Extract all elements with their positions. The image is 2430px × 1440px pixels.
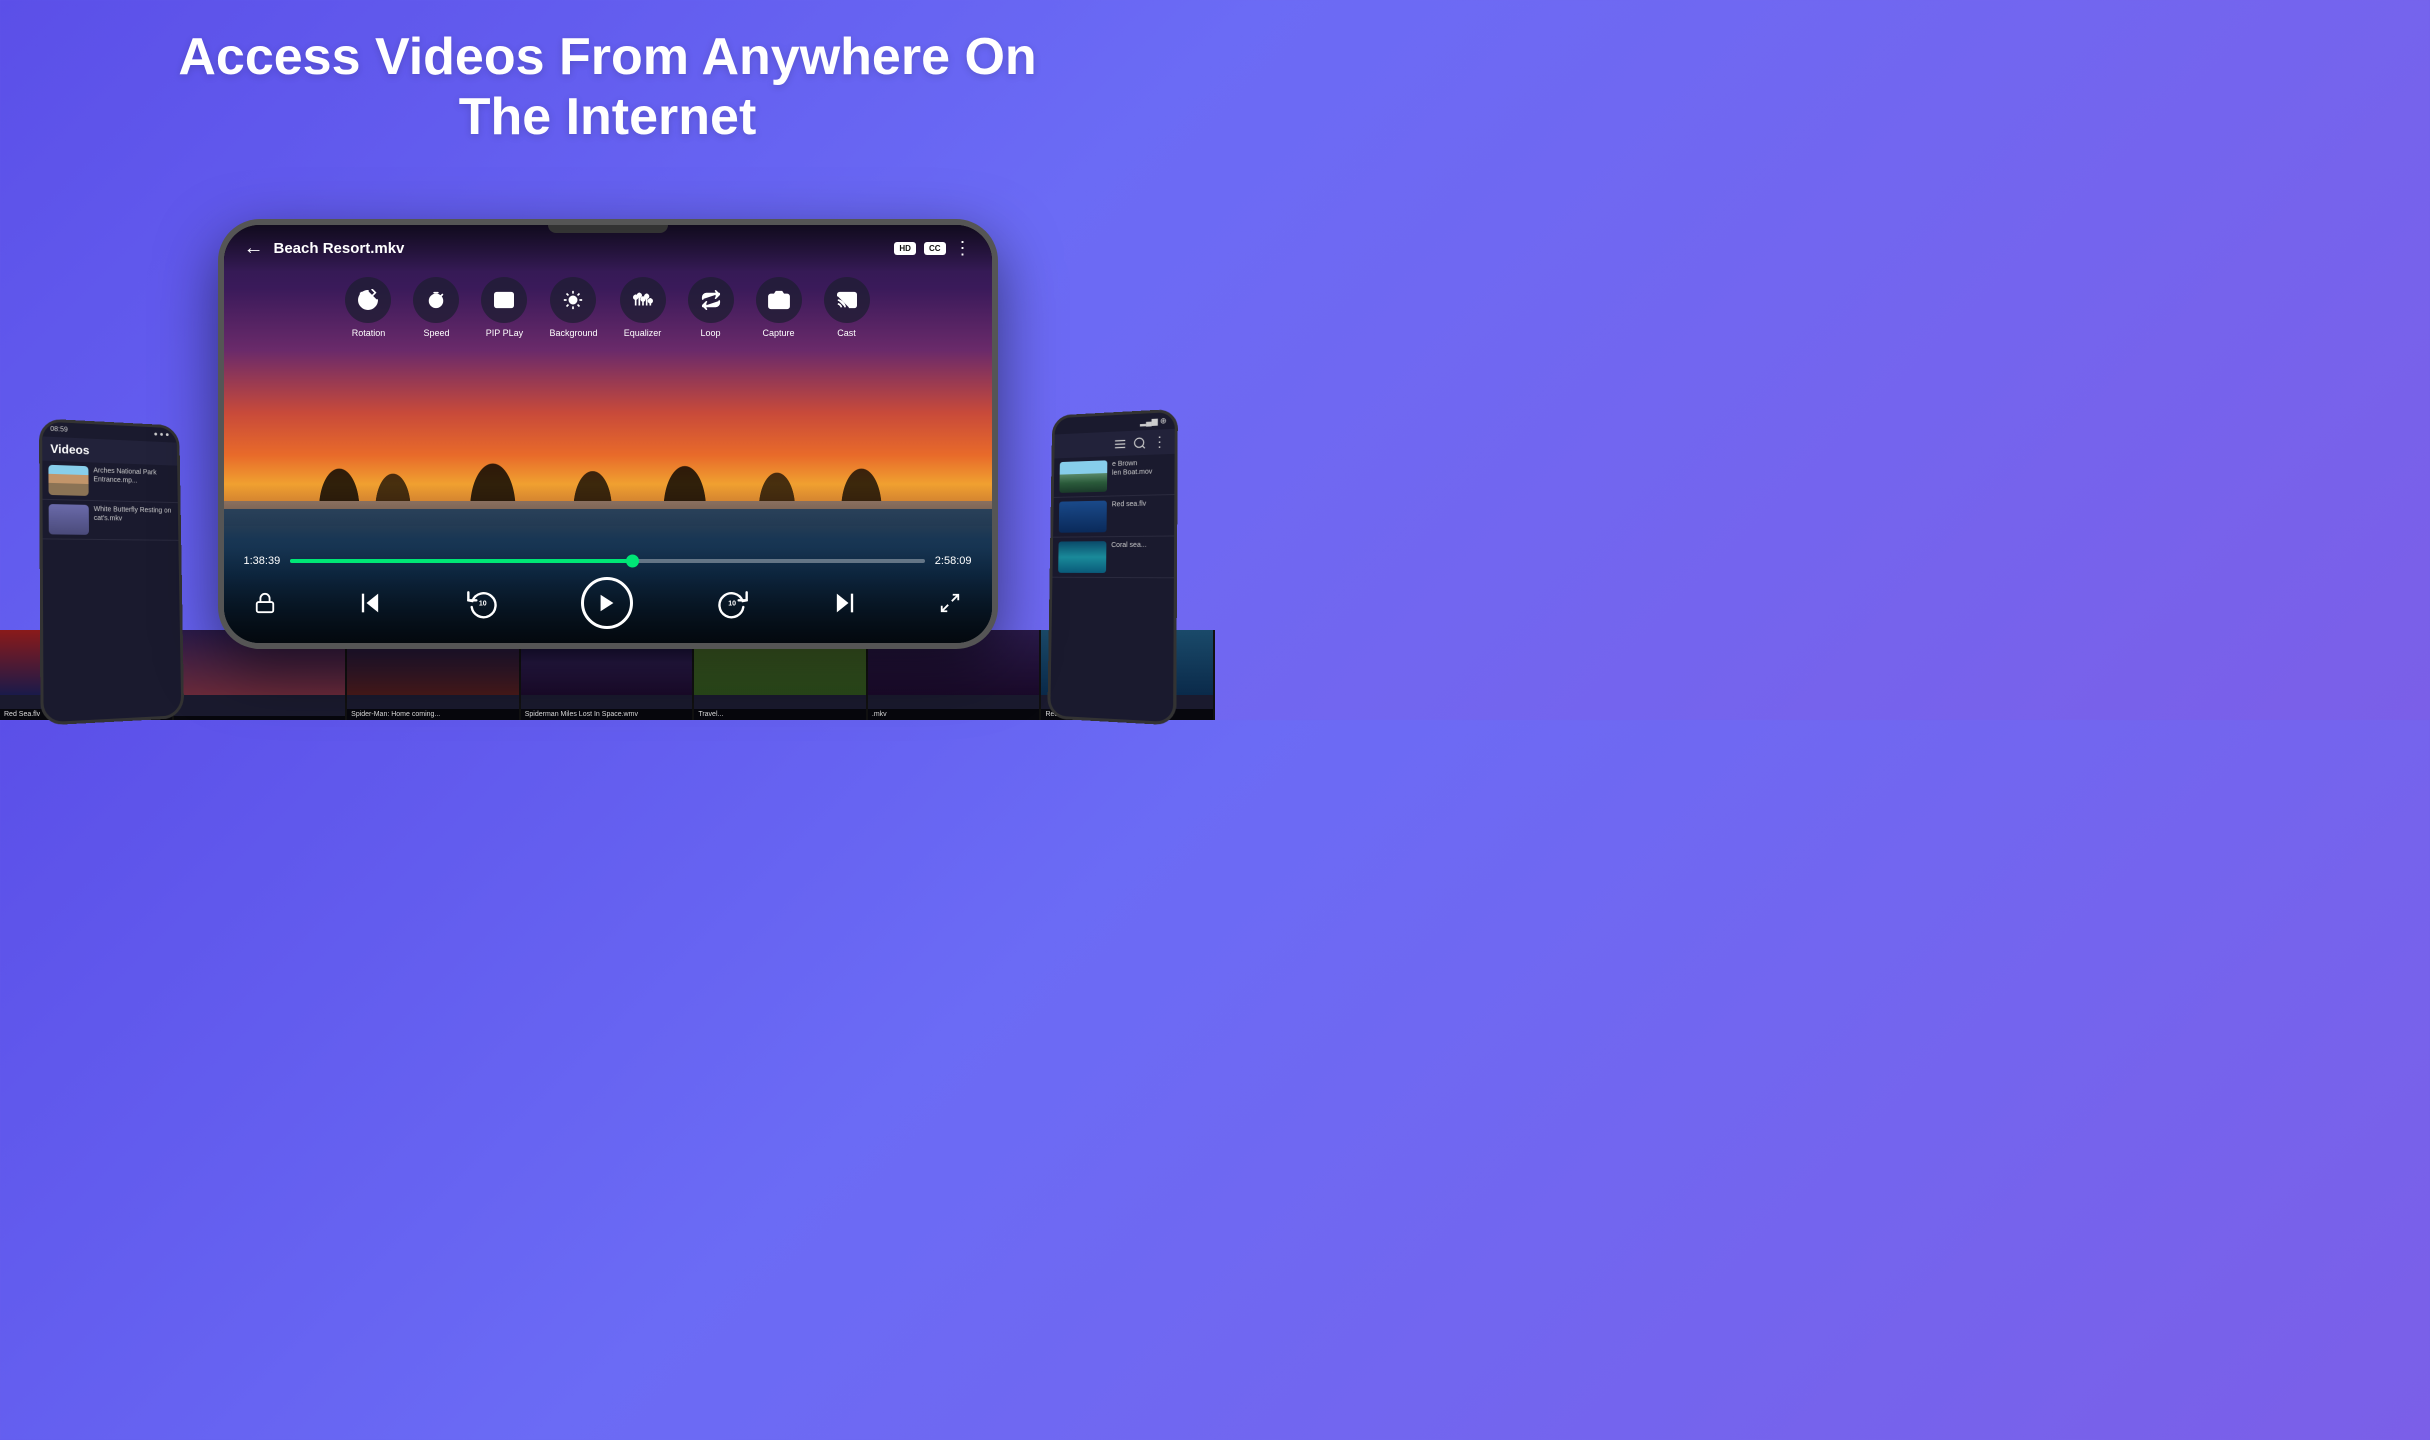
- progress-dot: [626, 554, 639, 567]
- ctrl-capture[interactable]: Capture: [756, 277, 802, 338]
- video-title-arches: Arches National Park Entrance.mp...: [93, 466, 172, 486]
- equalizer-icon-circle: [620, 277, 666, 323]
- progress-fill: [290, 559, 639, 563]
- film-label: Spider-Man: Home coming...: [347, 709, 519, 720]
- list-item[interactable]: Coral sea...: [1052, 536, 1174, 578]
- film-label: .mkv: [868, 709, 1040, 720]
- phones-container: 08:59 ● ● ● Videos Arches National Park …: [0, 148, 1215, 720]
- ctrl-equalizer[interactable]: Equalizer: [620, 277, 666, 338]
- cast-label: Cast: [837, 328, 856, 338]
- film-label: [174, 716, 346, 720]
- thumb-coral: [1058, 541, 1106, 573]
- ctrl-rotation[interactable]: Rotation: [345, 277, 391, 338]
- palm-silhouettes: [224, 321, 992, 509]
- player-bottom: 1:38:39 2:58:09: [224, 547, 992, 643]
- overflow-menu-button[interactable]: ⋮: [954, 238, 972, 259]
- equalizer-label: Equalizer: [624, 328, 662, 338]
- play-button[interactable]: [581, 577, 633, 629]
- speed-icon-circle: [413, 277, 459, 323]
- player-topbar: ← Beach Resort.mkv HD CC ⋮: [224, 225, 992, 272]
- phone-left: 08:59 ● ● ● Videos Arches National Park …: [39, 418, 184, 725]
- right-signal: ▂▄▆ ⊕: [1140, 416, 1167, 426]
- topbar-right: HD CC ⋮: [894, 238, 971, 259]
- left-title: Videos: [50, 442, 89, 458]
- list-item[interactable]: Arches National Park Entrance.mp...: [42, 461, 177, 504]
- left-time: 08:59: [50, 426, 68, 434]
- thumb-redsea: [1059, 501, 1107, 533]
- time-total: 2:58:09: [935, 555, 972, 567]
- capture-label: Capture: [763, 328, 795, 338]
- rewind-button[interactable]: 10: [465, 585, 501, 621]
- left-icons: ● ● ●: [154, 431, 170, 438]
- progress-row: 1:38:39 2:58:09: [244, 555, 972, 567]
- capture-icon-circle: [756, 277, 802, 323]
- list-item[interactable]: White Butterfly Resting on cat's.mkv: [42, 500, 178, 541]
- thumb-butterfly: [49, 504, 89, 535]
- topbar-left: ← Beach Resort.mkv: [244, 237, 405, 260]
- headline-line1: Access Videos From Anywhere On: [178, 28, 1036, 86]
- lock-button[interactable]: [254, 592, 276, 614]
- thumb-brown-boat: [1059, 460, 1107, 493]
- time-current: 1:38:39: [244, 555, 281, 567]
- background-icon-circle: [550, 277, 596, 323]
- pip-label: PIP PLay: [486, 328, 523, 338]
- next-button[interactable]: [831, 589, 859, 617]
- video-player[interactable]: ← Beach Resort.mkv HD CC ⋮: [224, 225, 992, 643]
- hd-badge: HD: [894, 242, 916, 255]
- phone-right: ▂▄▆ ⊕ ⋮ e Brownlen Boat.mov Red sea.flv: [1047, 409, 1178, 726]
- fullscreen-button[interactable]: [939, 592, 961, 614]
- list-item[interactable]: Red sea.flv: [1053, 495, 1174, 538]
- headline-line2: The Internet: [459, 88, 757, 146]
- right-more-icon[interactable]: ⋮: [1153, 433, 1167, 450]
- speed-label: Speed: [423, 328, 449, 338]
- right-video-list: e Brownlen Boat.mov Red sea.flv Coral se…: [1052, 454, 1174, 578]
- right-video-title-2: Red sea.flv: [1112, 500, 1147, 510]
- headline-section: Access Videos From Anywhere On The Inter…: [178, 28, 1036, 148]
- pip-icon-circle: [481, 277, 527, 323]
- loop-label: Loop: [701, 328, 721, 338]
- progress-bar[interactable]: [290, 559, 925, 563]
- cc-badge: CC: [924, 242, 946, 255]
- forward-button[interactable]: 10: [714, 585, 750, 621]
- ctrl-loop[interactable]: Loop: [688, 277, 734, 338]
- prev-button[interactable]: [356, 589, 384, 617]
- playback-controls: 10 10: [244, 577, 972, 629]
- film-label: Spiderman Miles Lost In Space.wmv: [521, 709, 693, 720]
- ctrl-cast[interactable]: Cast: [824, 277, 870, 338]
- list-item[interactable]: e Brownlen Boat.mov: [1054, 454, 1175, 498]
- right-menu-icon: [1113, 436, 1127, 450]
- ctrl-pip[interactable]: PIP PLay: [481, 277, 527, 338]
- film-label: Travel...: [694, 709, 866, 720]
- phone-main: ← Beach Resort.mkv HD CC ⋮: [218, 219, 998, 649]
- ctrl-speed[interactable]: Speed: [413, 277, 459, 338]
- back-button[interactable]: ←: [244, 237, 264, 260]
- cast-icon-circle: [824, 277, 870, 323]
- video-title-butterfly: White Butterfly Resting on cat's.mkv: [94, 505, 173, 524]
- thumb-arches: [48, 465, 88, 496]
- right-video-title-3: Coral sea...: [1111, 541, 1146, 550]
- right-video-title-1: e Brownlen Boat.mov: [1112, 459, 1152, 478]
- rotation-icon-circle: [345, 277, 391, 323]
- rotation-label: Rotation: [352, 328, 386, 338]
- right-search-icon[interactable]: [1133, 436, 1147, 450]
- ctrl-background[interactable]: Background: [549, 277, 597, 338]
- background-label: Background: [549, 328, 597, 338]
- video-filename: Beach Resort.mkv: [274, 240, 405, 257]
- loop-icon-circle: [688, 277, 734, 323]
- headline-title: Access Videos From Anywhere On The Inter…: [178, 28, 1036, 148]
- controls-icons-row: Rotation Speed: [224, 277, 992, 338]
